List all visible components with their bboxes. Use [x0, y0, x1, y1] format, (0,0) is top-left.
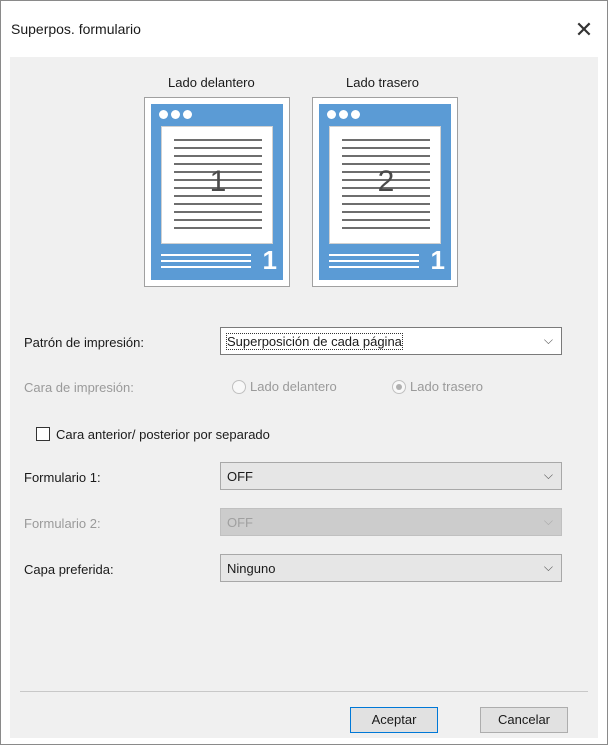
print-pattern-select[interactable]: Superposición de cada página ⌵	[220, 327, 562, 355]
separate-sides-label: Cara anterior/ posterior por separado	[56, 427, 270, 442]
close-button[interactable]: ✕	[569, 15, 599, 45]
front-page-graphic: 1 1	[151, 104, 283, 280]
chevron-down-icon: ⌵	[543, 514, 553, 528]
preferred-layer-label: Capa preferida:	[24, 562, 114, 577]
ok-button[interactable]: Aceptar	[350, 707, 438, 733]
window-dots-icon	[327, 110, 360, 119]
form2-value: OFF	[227, 515, 253, 530]
radio-front-side-label: Lado delantero	[250, 379, 337, 394]
radio-front-side[interactable]: Lado delantero	[232, 379, 337, 394]
title-bar: Superpos. formulario ✕	[1, 1, 607, 57]
print-side-label: Cara de impresión:	[24, 380, 134, 395]
cancel-button[interactable]: Cancelar	[480, 707, 568, 733]
radio-back-side[interactable]: Lado trasero	[392, 379, 483, 394]
back-page-preview: 2 1	[312, 97, 458, 287]
footer-lines	[329, 250, 419, 268]
back-page-graphic: 2 1	[319, 104, 451, 280]
print-pattern-value: Superposición de cada página	[226, 333, 403, 350]
form1-select[interactable]: OFF ⌵	[220, 462, 562, 490]
back-side-caption: Lado trasero	[346, 75, 419, 90]
front-page-number: 1	[209, 165, 227, 198]
preferred-layer-value: Ninguno	[227, 561, 276, 576]
front-side-caption: Lado delantero	[168, 75, 255, 90]
document-sheet: 1	[161, 126, 273, 244]
separate-sides-checkbox[interactable]	[36, 427, 50, 441]
window-dots-icon	[159, 110, 192, 119]
form1-value: OFF	[227, 469, 253, 484]
dialog-content: Lado delantero 1 1 Lado trasero 2 1 Patr…	[10, 57, 598, 738]
divider	[20, 691, 588, 692]
front-corner-number: 1	[262, 245, 277, 275]
front-page-preview: 1 1	[144, 97, 290, 287]
form2-label: Formulario 2:	[24, 516, 101, 531]
back-corner-number: 1	[430, 245, 445, 275]
back-page-number: 2	[377, 165, 395, 198]
print-pattern-label: Patrón de impresión:	[24, 335, 144, 350]
form1-label: Formulario 1:	[24, 470, 101, 485]
form2-select: OFF ⌵	[220, 508, 562, 536]
radio-button[interactable]	[232, 379, 246, 394]
preferred-layer-select[interactable]: Ninguno ⌵	[220, 554, 562, 582]
chevron-down-icon: ⌵	[543, 468, 553, 482]
dialog-window: Superpos. formulario ✕ Lado delantero 1 …	[0, 0, 608, 745]
chevron-down-icon: ⌵	[543, 333, 553, 347]
window-title: Superpos. formulario	[11, 21, 141, 37]
radio-button[interactable]	[392, 379, 406, 394]
document-sheet: 2	[329, 126, 441, 244]
chevron-down-icon: ⌵	[543, 560, 553, 574]
footer-lines	[161, 250, 251, 268]
close-icon: ✕	[574, 17, 594, 42]
radio-back-side-label: Lado trasero	[410, 379, 483, 394]
